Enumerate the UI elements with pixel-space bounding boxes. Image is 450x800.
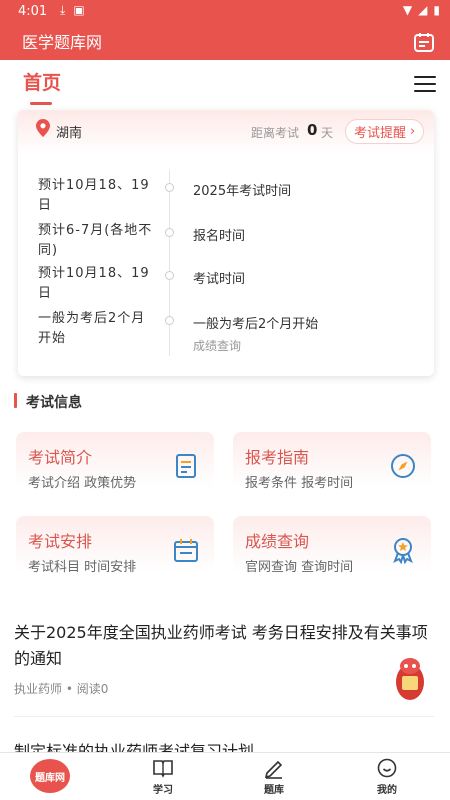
article-title[interactable]: 关于2025年度全国执业药师考试 考务日程安排及有关事项的通知 — [14, 620, 432, 672]
calendar-icon — [174, 539, 198, 562]
article-read-count: 阅读0 — [76, 682, 109, 696]
compass-icon — [391, 454, 415, 478]
tile-registration-guide[interactable]: 报考指南 报考条件 报考时间 — [233, 432, 431, 502]
timeline-dot — [165, 271, 174, 280]
nav-home-logo[interactable]: 题库网 — [30, 759, 70, 793]
section-accent-bar — [14, 393, 17, 408]
tile-subtitle: 官网查询 查询时间 — [245, 560, 354, 575]
countdown-label: 距离考试 — [251, 126, 300, 140]
timeline-event: 报名时间 — [193, 229, 246, 244]
tile-score-query[interactable]: 成绩查询 官网查询 查询时间 — [233, 516, 431, 586]
location-pin-icon — [36, 119, 50, 137]
battery-icon: ▮ — [433, 3, 440, 17]
menu-icon[interactable] — [414, 76, 436, 94]
timeline-date: 预计6-7月(各地不同) — [38, 223, 153, 258]
tile-title: 考试安排 — [28, 532, 93, 551]
status-time: 4:01 — [18, 4, 48, 19]
timeline-dot — [165, 228, 174, 237]
section-title: 考试信息 — [26, 395, 82, 411]
download-icon: ⤓ — [60, 3, 66, 17]
wifi-icon: ▼ — [402, 3, 413, 17]
tab-indicator — [30, 102, 52, 105]
calendar-icon[interactable] — [412, 30, 436, 54]
nav-item-study[interactable]: 学习 — [138, 757, 188, 799]
status-system-icons: ▼ ◢ ▮ — [403, 3, 440, 17]
tile-subtitle: 考试介绍 政策优势 — [28, 476, 137, 491]
timeline-event: 考试时间 — [193, 272, 246, 287]
award-badge-icon — [393, 538, 413, 564]
tile-subtitle: 报考条件 报考时间 — [245, 476, 354, 491]
countdown-days: 0 — [307, 121, 318, 139]
document-icon — [176, 454, 196, 478]
tile-title: 考试简介 — [28, 448, 93, 467]
news-article[interactable]: 关于2025年度全国执业药师考试 考务日程安排及有关事项的通知 执业药师 • 阅… — [14, 620, 432, 696]
app-brand: 医学题库网 — [22, 33, 103, 52]
countdown-unit: 天 — [321, 126, 334, 140]
status-notification-icons: ⤓ ▣ — [60, 3, 85, 18]
timeline-date: 预计10月18、19日 — [38, 266, 150, 301]
tab-home[interactable]: 首页 — [23, 68, 61, 95]
pencil-icon — [264, 760, 283, 779]
page-header: 首页 — [0, 60, 450, 110]
nav-label: 学习 — [153, 785, 173, 796]
exam-schedule-card: 湖南 距离考试 0 天 考试提醒 › 预计10月18、19日 2025年考试时间… — [18, 110, 434, 376]
app-bar: 医学题库网 — [0, 24, 450, 60]
tile-title: 成绩查询 — [245, 532, 310, 551]
tile-title: 报考指南 — [245, 448, 310, 467]
exam-reminder-button[interactable]: 考试提醒 › — [345, 119, 425, 144]
profile-face-icon — [377, 758, 397, 778]
tile-exam-schedule[interactable]: 考试安排 考试科目 时间安排 — [16, 516, 214, 586]
signal-icon: ◢ — [418, 3, 428, 17]
nav-label: 我的 — [377, 785, 397, 796]
tile-subtitle: 考试科目 时间安排 — [28, 560, 137, 575]
nav-label: 题库 — [264, 785, 284, 796]
book-icon — [153, 760, 173, 778]
timeline-date: 一般为考后2个月开始 — [38, 311, 146, 346]
reminder-label: 考试提醒 — [354, 126, 407, 141]
chevron-right-icon: › — [410, 124, 416, 139]
nav-item-profile[interactable]: 我的 — [362, 757, 412, 799]
meta-separator: • — [65, 682, 77, 696]
timeline-event: 2025年考试时间 — [193, 184, 292, 199]
app-notification-icon: ▣ — [73, 3, 85, 17]
timeline-date: 预计10月18、19日 — [38, 178, 150, 213]
location-label[interactable]: 湖南 — [56, 122, 82, 141]
article-category: 执业药师 — [14, 682, 63, 696]
status-bar: 4:01 ⤓ ▣ ▼ ◢ ▮ — [0, 0, 450, 24]
article-meta: 执业药师 • 阅读0 — [14, 680, 108, 697]
timeline-dot — [165, 316, 174, 325]
nav-item-question-bank[interactable]: 题库 — [249, 757, 299, 799]
mascot-icon[interactable] — [388, 654, 432, 704]
divider — [14, 716, 434, 717]
timeline-event: 一般为考后2个月开始 — [193, 317, 319, 332]
timeline-dot — [165, 183, 174, 192]
tile-exam-intro[interactable]: 考试简介 考试介绍 政策优势 — [16, 432, 214, 502]
timeline-sub: 成绩查询 — [193, 339, 242, 353]
timeline-line — [169, 170, 170, 356]
bottom-nav: 题库网 学习 题库 我的 — [0, 752, 450, 800]
